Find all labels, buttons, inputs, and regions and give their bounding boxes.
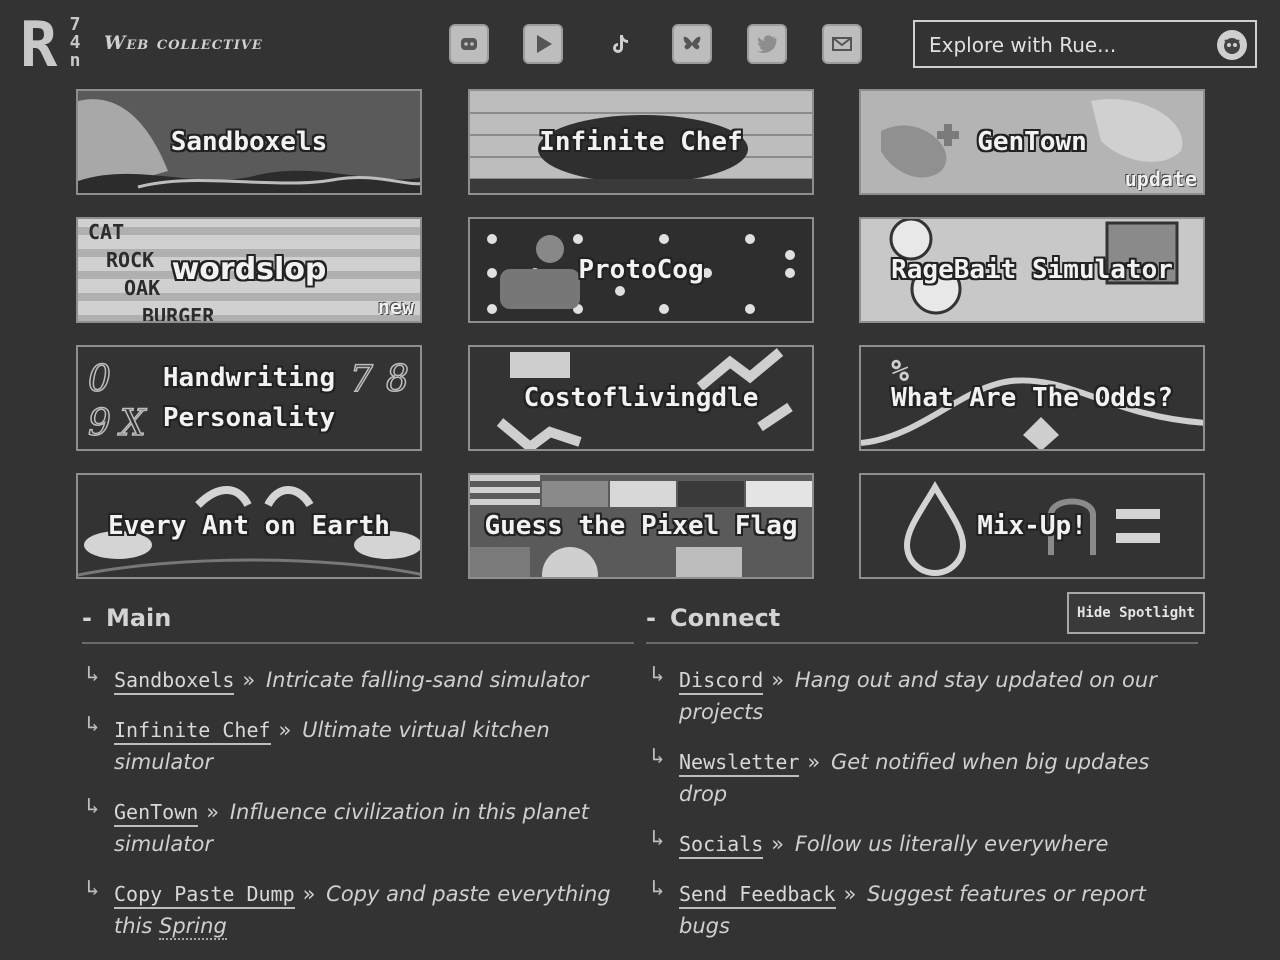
- arrow-icon: ↳: [86, 794, 100, 819]
- tile-title: RageBait Simulator: [891, 255, 1173, 285]
- tile-title: Every Ant on Earth: [108, 511, 390, 541]
- logo-digits: 7 4 n: [66, 16, 84, 70]
- r74n-logo[interactable]: R 7 4 n: [20, 8, 84, 81]
- list-item: ↳ Newsletter» Get notified when big upda…: [649, 744, 1197, 810]
- separator: »: [843, 882, 857, 906]
- list-item: ↳ Infinite Chef» Ultimate virtual kitche…: [84, 712, 632, 778]
- twitter-link[interactable]: [747, 24, 787, 64]
- tile-gentown[interactable]: GenTown update: [859, 89, 1205, 195]
- connect-section-title: Connect: [669, 604, 781, 632]
- bluesky-link[interactable]: [672, 24, 712, 64]
- tile-guess-the-pixel-flag[interactable]: Guess the Pixel Flag: [468, 473, 814, 579]
- tile-title: Mix-Up!: [977, 511, 1087, 541]
- arrow-icon: ↳: [86, 876, 100, 901]
- tile-handwriting-personality[interactable]: 0 7 8 9 X Handwriting Personality: [76, 345, 422, 451]
- tile-mix-up[interactable]: Mix-Up!: [859, 473, 1205, 579]
- tile-what-are-the-odds[interactable]: % What Are The Odds?: [859, 345, 1205, 451]
- arrow-icon: ↳: [651, 662, 665, 687]
- discord-text-link[interactable]: Discord: [679, 668, 764, 695]
- spring-link[interactable]: Spring: [159, 914, 227, 940]
- list-item: ↳ Sandboxels » Intricate falling-sand sim…: [84, 662, 632, 696]
- discord-icon: [461, 38, 477, 50]
- separator: »: [771, 832, 785, 856]
- separator: »: [771, 668, 785, 692]
- list-item: ↳ Socials » Follow us literally everywher…: [649, 826, 1197, 860]
- tile-ragebait-simulator[interactable]: RageBait Simulator: [859, 217, 1205, 323]
- send-feedback-link[interactable]: Send Feedback: [679, 882, 836, 909]
- youtube-icon: [537, 35, 552, 53]
- tiktok-link[interactable]: [599, 24, 639, 64]
- separator: »: [278, 718, 292, 742]
- tile-title: Sandboxels: [170, 127, 328, 157]
- tile-wordslop[interactable]: CAT ROCK OAK BURGER wordslop new: [76, 217, 422, 323]
- sandboxels-link[interactable]: Sandboxels: [114, 668, 235, 695]
- newsletter-link[interactable]: Newsletter: [679, 750, 800, 777]
- tile-costoflivingdle[interactable]: Costoflivingdle: [468, 345, 814, 451]
- logo-letter: R: [20, 8, 57, 81]
- separator: »: [206, 800, 220, 824]
- arrow-icon: ↳: [651, 744, 665, 769]
- tile-protocog[interactable]: ProtoCog: [468, 217, 814, 323]
- infinite-chef-link[interactable]: Infinite Chef: [114, 718, 271, 745]
- search-box[interactable]: [913, 20, 1257, 68]
- main-links-list: ↳ Sandboxels » Intricate falling-sand sim…: [84, 662, 632, 960]
- twitter-icon: [757, 35, 777, 53]
- connect-links-list: ↳ Discord» Hang out and stay updated on …: [649, 662, 1197, 960]
- separator: »: [242, 668, 256, 692]
- discord-link[interactable]: [449, 24, 489, 64]
- list-item: ↳ Copy Paste Dump» Copy and paste everyt…: [84, 876, 632, 942]
- tiktok-icon: [613, 35, 628, 53]
- separator: »: [302, 882, 316, 906]
- brand-name: Web collective: [104, 32, 263, 54]
- tile-title: wordslop: [171, 252, 327, 287]
- heading-dash: -: [646, 604, 656, 632]
- mail-icon: [832, 37, 852, 51]
- logo-digit: n: [69, 50, 81, 71]
- socials-link[interactable]: Socials: [679, 832, 764, 859]
- youtube-link[interactable]: [523, 24, 563, 64]
- link-description: Follow us literally everywhere: [794, 832, 1109, 856]
- separator: »: [807, 750, 821, 774]
- tile-title: Infinite Chef: [539, 127, 743, 157]
- arrow-icon: ↳: [651, 826, 665, 851]
- tile-title: ProtoCog: [578, 255, 704, 285]
- list-item: ↳ GenTown» Influence civilization in thi…: [84, 794, 632, 860]
- hide-spotlight-button[interactable]: Hide Spotlight: [1067, 592, 1205, 634]
- list-item: ↳ Discord» Hang out and stay updated on …: [649, 662, 1197, 728]
- gentown-link[interactable]: GenTown: [114, 800, 199, 827]
- arrow-icon: ↳: [86, 712, 100, 737]
- tile-title: Costoflivingdle: [523, 383, 759, 413]
- list-item: ↳ Send Feedback» Suggest features or rep…: [649, 876, 1197, 942]
- tile-title: Guess the Pixel Flag: [484, 511, 798, 541]
- arrow-icon: ↳: [651, 876, 665, 901]
- tile-every-ant-on-earth[interactable]: Every Ant on Earth: [76, 473, 422, 579]
- email-link[interactable]: [822, 24, 862, 64]
- tile-sandboxels[interactable]: Sandboxels: [76, 89, 422, 195]
- update-badge: update: [1124, 167, 1197, 191]
- rue-mascot-icon[interactable]: [1217, 30, 1247, 60]
- search-input[interactable]: [927, 31, 1201, 59]
- new-badge: new: [377, 295, 414, 319]
- main-section-title: Main: [105, 604, 172, 632]
- tile-title: Handwriting Personality: [162, 363, 336, 433]
- tile-infinite-chef[interactable]: Infinite Chef: [468, 89, 814, 195]
- arrow-icon: ↳: [86, 662, 100, 687]
- main-section-heading: - Main: [82, 604, 634, 644]
- link-description: Intricate falling-sand simulator: [265, 668, 589, 692]
- tile-title: What Are The Odds?: [891, 383, 1173, 413]
- bluesky-icon: [683, 36, 701, 50]
- copy-paste-dump-link[interactable]: Copy Paste Dump: [114, 882, 295, 909]
- heading-dash: -: [82, 604, 92, 632]
